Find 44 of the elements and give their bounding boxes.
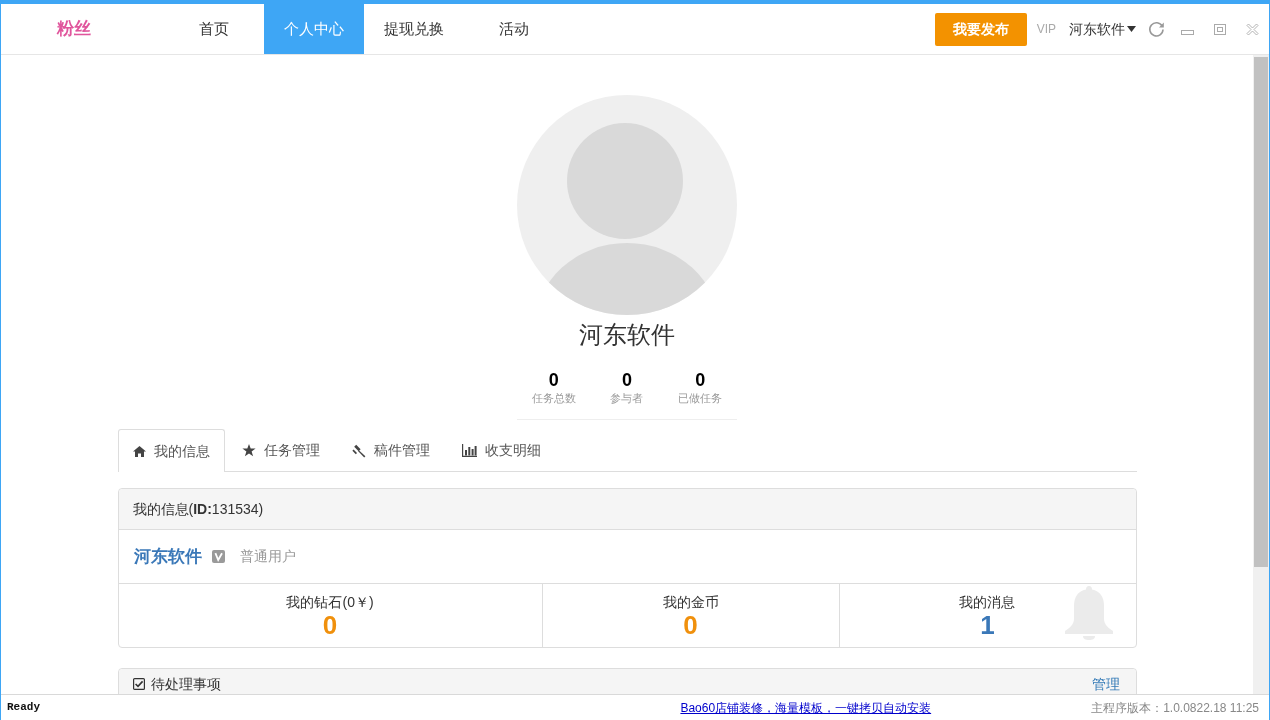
caret-icon (1127, 26, 1136, 32)
nav-tab[interactable]: 活动 (464, 4, 564, 54)
stat-value: 0 (548, 369, 559, 391)
user-menu-button[interactable]: 河东软件 (1069, 18, 1136, 40)
stat-label: 参与者 (610, 391, 644, 405)
todo-title: 待处理事项 (150, 675, 221, 694)
balance-value: 0 (322, 611, 338, 639)
profile-name: 河东软件 (579, 320, 675, 350)
status-text: Ready (7, 700, 40, 716)
checked-box-icon (132, 678, 145, 690)
stat-value: 0 (695, 369, 706, 391)
gavel-icon (351, 443, 366, 458)
ad-link[interactable]: Bao60店铺装修，海量模板，一键拷贝自动安装 (680, 698, 932, 717)
stat-label: 任务总数 (531, 391, 576, 405)
nav-tab[interactable]: 提现兑换 (364, 4, 464, 54)
tab[interactable]: 收支明细 (446, 429, 556, 471)
maximize-icon[interactable] (1214, 23, 1226, 35)
balance-label: 我的消息 (959, 593, 1016, 611)
manage-link[interactable]: 管理 (1091, 674, 1120, 694)
balance-value: 0 (683, 611, 698, 639)
home-icon (132, 445, 146, 457)
scrollbar-track[interactable] (1253, 55, 1269, 694)
vip-label: VIP (1036, 21, 1056, 38)
star-icon (241, 444, 256, 457)
tab[interactable]: 稿件管理 (336, 429, 445, 471)
version-text: 主程序版本：1.0.0822.18 11:25 (1091, 699, 1259, 717)
nav-tab[interactable]: 首页 (164, 4, 264, 54)
tab[interactable]: 我的信息 (117, 429, 225, 472)
balance-label: 我的金币 (662, 593, 719, 611)
close-icon[interactable] (1246, 22, 1259, 36)
app-logo-text: 粉丝 (57, 18, 91, 41)
user-level: 普通用户 (239, 547, 296, 566)
stat-label: 已做任务 (678, 391, 723, 405)
refresh-icon[interactable] (1148, 20, 1165, 38)
bar-chart-icon (461, 444, 477, 457)
minimize-icon[interactable] (1181, 29, 1194, 35)
v-badge-icon (211, 550, 225, 563)
user-name: 河东软件 (133, 545, 202, 568)
balance-value: 1 (980, 611, 995, 639)
panel-title: 我的信息(ID:131534) (118, 489, 1136, 530)
tab[interactable]: 任务管理 (226, 429, 335, 471)
stat-value: 0 (622, 369, 632, 391)
balance-label: 我的钻石(0￥) (286, 593, 374, 611)
scrollbar-thumb[interactable] (1254, 57, 1268, 567)
